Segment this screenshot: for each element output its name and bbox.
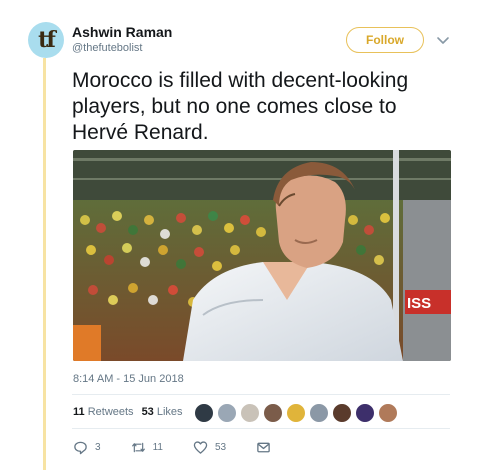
retweet-icon (131, 442, 145, 453)
likes-stat[interactable]: 53 Likes (142, 406, 183, 418)
liker-avatar[interactable] (194, 403, 214, 423)
like-count: 53 (214, 442, 227, 453)
liker-avatar[interactable] (263, 403, 283, 423)
author-name[interactable]: Ashwin Raman (72, 24, 172, 40)
divider (72, 394, 450, 395)
liker-avatar[interactable] (355, 403, 375, 423)
direct-message-button[interactable] (256, 440, 271, 455)
retweets-stat[interactable]: 11 Retweets (73, 406, 134, 418)
reply-count: 3 (95, 442, 101, 453)
reply-icon (74, 441, 87, 455)
thread-line (43, 58, 46, 470)
retweets-count: 11 (73, 406, 85, 418)
tweet-actions: 3 11 53 (73, 440, 301, 455)
envelope-icon (257, 442, 270, 453)
tweet-photo[interactable]: ISS (73, 150, 451, 361)
tweet-photo-image: ISS (73, 150, 451, 361)
avatar[interactable]: tf (28, 22, 64, 58)
reply-button[interactable]: 3 (73, 440, 101, 455)
avatar-logo-text: tf (38, 27, 56, 53)
stadium-sign-text: ISS (407, 295, 431, 312)
tweet-stats: 11 Retweets 53 Likes (73, 406, 183, 418)
liker-avatar[interactable] (217, 403, 237, 423)
liker-avatar[interactable] (240, 403, 260, 423)
divider (72, 428, 450, 429)
chevron-down-icon[interactable] (436, 33, 450, 47)
liker-avatar[interactable] (378, 403, 398, 423)
likes-count: 53 (141, 406, 154, 418)
retweets-label: Retweets (87, 406, 134, 418)
follow-button[interactable]: Follow (346, 27, 424, 53)
like-button[interactable]: 53 (193, 440, 226, 455)
author-handle[interactable]: @thefutebolist (72, 42, 143, 54)
tweet-text: Morocco is filled with decent-looking pl… (72, 69, 409, 144)
likes-label: Likes (156, 406, 183, 418)
liker-avatar[interactable] (309, 403, 329, 423)
liker-avatar[interactable] (286, 403, 306, 423)
heart-icon (193, 441, 208, 454)
liker-avatars (194, 403, 398, 423)
retweet-count: 11 (152, 442, 163, 453)
retweet-button[interactable]: 11 (131, 440, 163, 455)
liker-avatar[interactable] (332, 403, 352, 423)
tweet-timestamp[interactable]: 8:14 AM - 15 Jun 2018 (73, 373, 184, 385)
